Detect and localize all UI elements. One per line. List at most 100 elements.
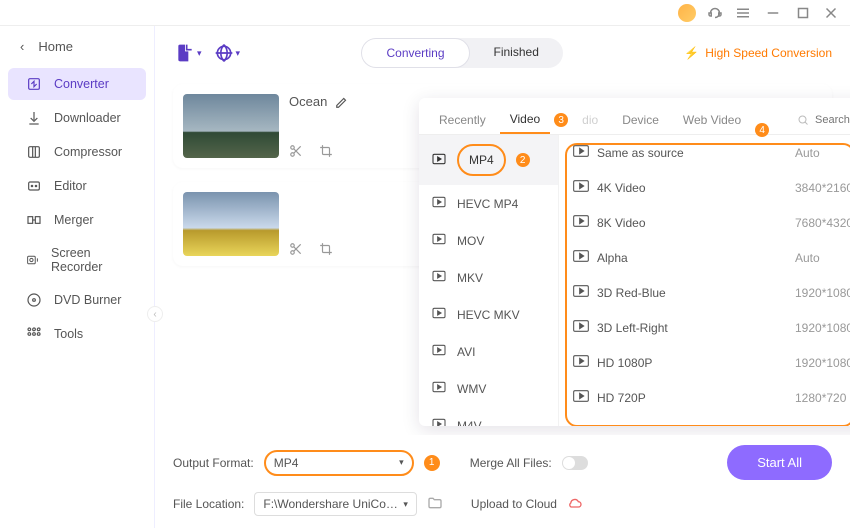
pv-tab-audio[interactable]: dio <box>572 107 608 133</box>
preset-icon <box>573 250 589 265</box>
sidebar-item-label: Screen Recorder <box>51 246 128 274</box>
format-item-wmv[interactable]: WMV <box>419 370 558 407</box>
sidebar-item-converter[interactable]: Converter <box>8 68 146 100</box>
thumbnail[interactable] <box>183 192 279 256</box>
preset-row[interactable]: Same as sourceAuto <box>559 135 850 170</box>
format-label: MOV <box>457 234 484 248</box>
format-item-m4v[interactable]: M4V <box>419 407 558 426</box>
trim-icon[interactable] <box>289 144 303 158</box>
preset-row[interactable]: HD 1080P1920*1080 <box>559 345 850 380</box>
sidebar-item-downloader[interactable]: Downloader <box>8 102 146 134</box>
format-icon <box>431 194 447 213</box>
edit-name-icon[interactable] <box>335 95 349 109</box>
converter-icon <box>26 76 42 92</box>
toolbar: ▾ ▾ Converting Finished ⚡ High Speed Con… <box>155 26 850 76</box>
open-folder-icon[interactable] <box>427 495 443 514</box>
format-search-input[interactable] <box>815 114 850 126</box>
format-item-avi[interactable]: AVI <box>419 333 558 370</box>
support-icon[interactable] <box>706 4 724 22</box>
file-name: Ocean <box>289 94 327 109</box>
pv-tab-recently[interactable]: Recently <box>429 107 496 133</box>
preset-resolution: Auto <box>795 251 850 265</box>
sidebar-item-merger[interactable]: Merger <box>8 204 146 236</box>
sidebar: ‹ Home Converter Downloader CompressorEdit… <box>0 26 155 528</box>
sidebar-item-label: Tools <box>54 327 83 341</box>
file-location-select[interactable]: F:\Wondershare UniConverter 1 ▾ <box>254 492 417 516</box>
downloader-icon <box>26 110 42 126</box>
tools-icon <box>26 326 42 342</box>
search-icon <box>797 114 809 126</box>
file-location-label: File Location: <box>173 497 244 511</box>
merge-label: Merge All Files: <box>470 456 552 470</box>
add-file-button[interactable]: ▾ <box>175 43 202 63</box>
recorder-icon <box>26 252 39 268</box>
preset-icon <box>573 320 589 335</box>
format-item-mov[interactable]: MOV <box>419 222 558 259</box>
nav-back[interactable]: ‹ Home <box>0 34 154 66</box>
sidebar-item-tools[interactable]: Tools <box>8 318 146 350</box>
max-icon[interactable] <box>794 4 812 22</box>
output-format-value: MP4 <box>274 456 299 470</box>
format-item-mp4[interactable]: MP42 <box>419 135 558 185</box>
nav-back-label: Home <box>38 39 73 54</box>
preset-name: 4K Video <box>597 181 646 195</box>
cloud-icon[interactable] <box>567 495 583 514</box>
format-icon <box>431 379 447 398</box>
close-icon[interactable] <box>822 4 840 22</box>
sidebar-item-editor[interactable]: Editor <box>8 170 146 202</box>
pv-tab-webvideo[interactable]: Web Video <box>673 107 751 133</box>
preset-resolution: 1920*1080 <box>795 356 850 370</box>
menu-icon[interactable] <box>734 4 752 22</box>
status-tabs: Converting Finished <box>361 38 562 68</box>
preset-row[interactable]: 4K Video 3840*2160 <box>559 170 850 205</box>
preset-row[interactable]: 3D Left-Right 1920*1080 <box>559 310 850 345</box>
sidebar-item-compressor[interactable]: Compressor <box>8 136 146 168</box>
format-icon <box>431 231 447 250</box>
preset-resolution: 1920*1080 <box>795 321 850 335</box>
sidebar-item-label: Downloader <box>54 111 121 125</box>
sidebar-item-label: Converter <box>54 77 109 91</box>
sidebar-item-label: DVD Burner <box>54 293 121 307</box>
callout-badge-2: 2 <box>516 153 530 167</box>
upload-cloud-label: Upload to Cloud <box>471 497 557 511</box>
tab-converting[interactable]: Converting <box>361 38 469 68</box>
start-all-button[interactable]: Start All <box>727 445 832 480</box>
footer-row2: File Location: F:\Wondershare UniConvert… <box>155 492 850 528</box>
avatar[interactable] <box>678 4 696 22</box>
format-icon <box>431 416 447 426</box>
chevron-down-icon: ▾ <box>399 457 404 468</box>
merge-toggle[interactable] <box>562 456 588 470</box>
preset-resolution: 1920*1080 <box>795 286 850 300</box>
dvd-icon <box>26 292 42 308</box>
trim-icon[interactable] <box>289 242 303 256</box>
pv-tab-video[interactable]: Video <box>500 106 550 134</box>
callout-badge-1: 1 <box>424 455 440 471</box>
format-label: HEVC MP4 <box>457 197 518 211</box>
titlebar <box>0 0 850 26</box>
tab-finished[interactable]: Finished <box>470 38 563 68</box>
format-item-hevc-mp4[interactable]: HEVC MP4 <box>419 185 558 222</box>
format-search[interactable] <box>789 112 850 128</box>
format-icon <box>431 342 447 361</box>
high-speed-toggle[interactable]: ⚡ High Speed Conversion <box>684 46 832 60</box>
sidebar-item-screen-recorder[interactable]: Screen Recorder <box>8 238 146 282</box>
format-label: AVI <box>457 345 475 359</box>
add-remote-button[interactable]: ▾ <box>214 43 241 63</box>
output-format-select[interactable]: MP4 ▾ <box>264 450 414 476</box>
thumbnail[interactable] <box>183 94 279 158</box>
preset-name: 3D Left-Right <box>597 321 668 335</box>
preset-row[interactable]: 8K Video7680*4320 <box>559 205 850 240</box>
preset-resolution: 3840*2160 <box>795 181 850 195</box>
crop-icon[interactable] <box>319 242 333 256</box>
sidebar-item-label: Merger <box>54 213 94 227</box>
preset-row[interactable]: HD 720P1280*720 <box>559 380 850 415</box>
format-item-hevc-mkv[interactable]: HEVC MKV <box>419 296 558 333</box>
crop-icon[interactable] <box>319 144 333 158</box>
pv-tab-device[interactable]: Device <box>612 107 669 133</box>
preset-row[interactable]: 3D Red-Blue1920*1080 <box>559 275 850 310</box>
min-icon[interactable] <box>762 4 784 22</box>
format-item-mkv[interactable]: MKV <box>419 259 558 296</box>
preset-icon <box>573 145 589 160</box>
sidebar-item-dvd-burner[interactable]: DVD Burner <box>8 284 146 316</box>
preset-row[interactable]: AlphaAuto <box>559 240 850 275</box>
